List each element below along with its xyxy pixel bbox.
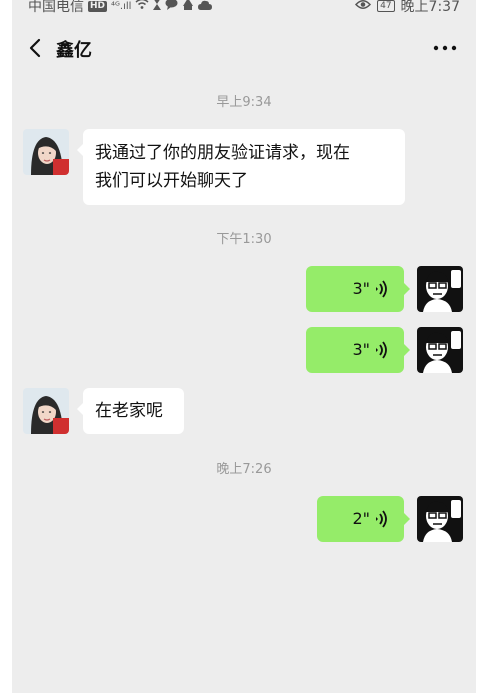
chat-title: 鑫亿 xyxy=(56,40,92,61)
message-text-line: 我通过了你的朋友验证请求，现在 xyxy=(95,143,350,163)
more-options-button[interactable] xyxy=(430,34,460,62)
voice-message-bubble[interactable]: 3" xyxy=(306,266,410,312)
status-bar: 中国电信 HD ⁴ᴳ.ıll 47 晚上7:37 xyxy=(12,0,476,16)
chat-header: 鑫亿 xyxy=(12,28,476,68)
back-button[interactable] xyxy=(22,34,50,62)
eye-icon xyxy=(355,0,372,14)
voice-duration: 3" xyxy=(352,340,370,359)
carrier-name: 中国电信 xyxy=(28,0,84,15)
status-right: 47 晚上7:37 xyxy=(355,0,460,16)
timestamp: 晚上7:26 xyxy=(216,462,272,477)
voice-duration: 3" xyxy=(352,279,370,298)
timestamp: 下午1:30 xyxy=(216,232,272,247)
cloud-icon xyxy=(198,0,213,14)
message-bubble[interactable]: 在老家呢 xyxy=(77,388,184,434)
voice-message-bubble[interactable]: 3" xyxy=(306,327,410,373)
app-notification-icon xyxy=(182,0,194,14)
contact-avatar[interactable] xyxy=(23,388,69,434)
battery-indicator: 47 xyxy=(377,0,395,12)
voice-message-bubble[interactable]: 2" xyxy=(317,496,410,542)
my-avatar[interactable] xyxy=(417,266,463,312)
voice-wave-icon xyxy=(376,280,387,298)
contact-avatar[interactable] xyxy=(23,129,69,175)
chevron-left-icon xyxy=(29,38,41,58)
status-time: 晚上7:37 xyxy=(400,0,460,15)
message-text-line: 我们可以开始聊天了 xyxy=(95,171,248,191)
voice-duration: 2" xyxy=(352,509,370,528)
my-avatar[interactable] xyxy=(417,327,463,373)
hourglass-icon xyxy=(153,0,162,14)
chat-screen: 中国电信 HD ⁴ᴳ.ıll 47 晚上7:37 鑫亿 早上9:34 我通过了你… xyxy=(12,0,476,693)
more-dots-icon xyxy=(433,45,457,51)
wifi-icon xyxy=(135,0,149,14)
signal-indicator: ⁴ᴳ.ıll xyxy=(111,0,132,12)
my-avatar[interactable] xyxy=(417,496,463,542)
chat-bubble-icon xyxy=(165,0,178,14)
voice-wave-icon xyxy=(376,510,387,528)
hd-badge: HD xyxy=(88,0,108,12)
timestamp: 早上9:34 xyxy=(216,95,272,110)
message-text-line: 在老家呢 xyxy=(95,401,163,421)
voice-wave-icon xyxy=(376,341,387,359)
message-bubble[interactable]: 我通过了你的朋友验证请求，现在 我们可以开始聊天了 xyxy=(77,129,405,205)
status-left: 中国电信 HD ⁴ᴳ.ıll xyxy=(28,0,213,16)
